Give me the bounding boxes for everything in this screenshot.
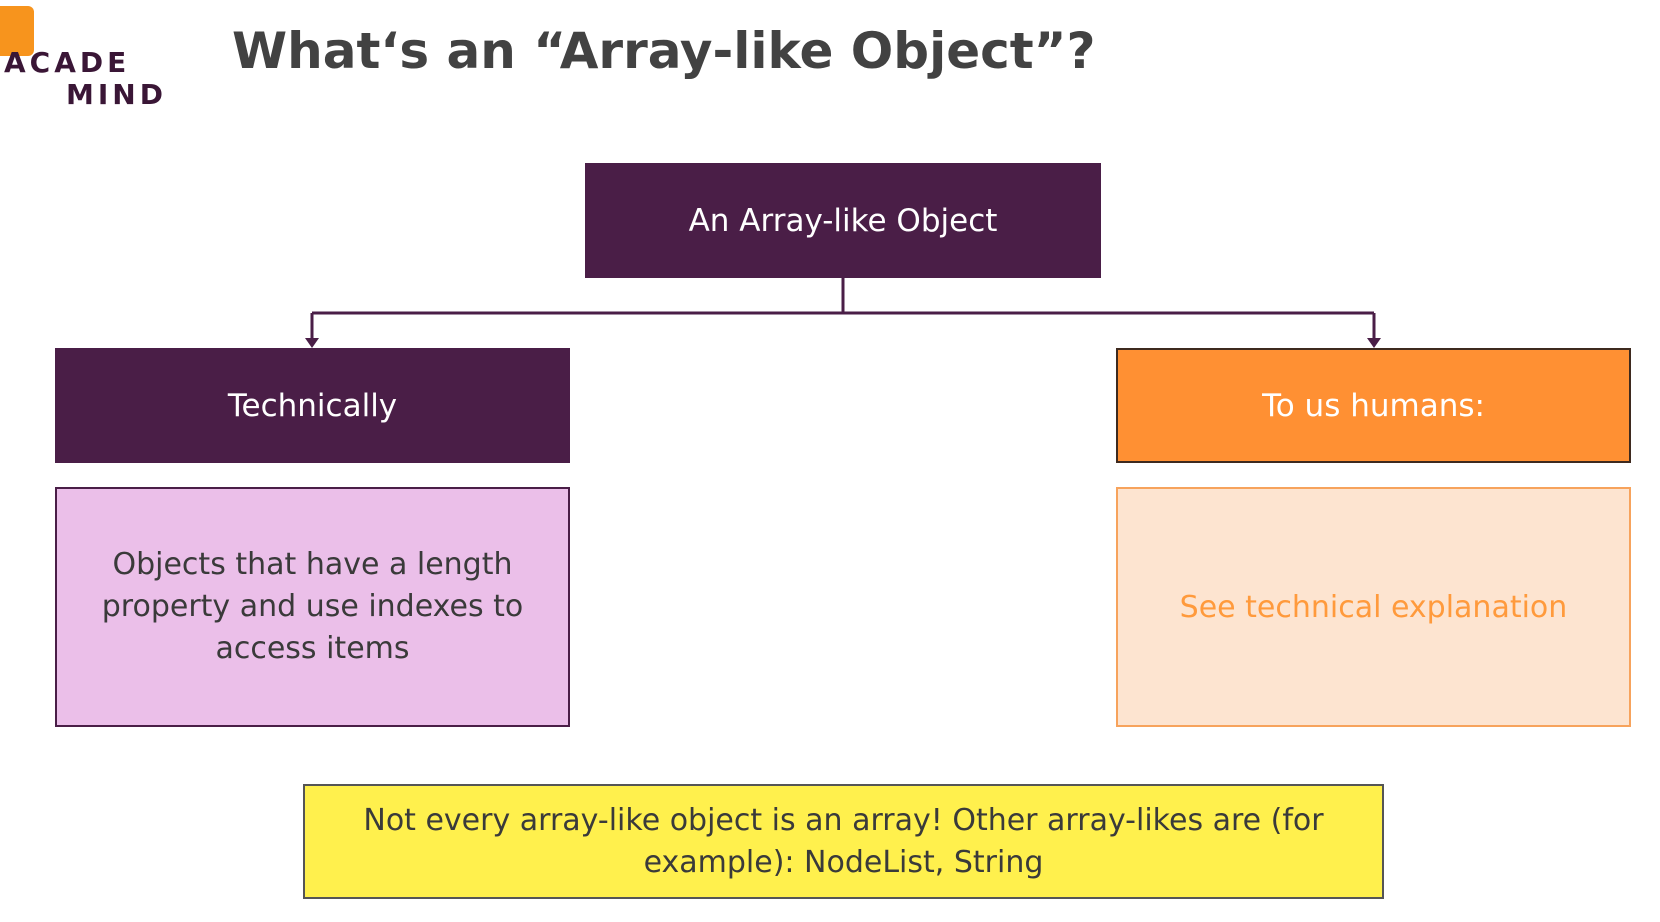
note-box: Not every array-like object is an array!…	[303, 784, 1384, 899]
academind-logo: ACADE MIND	[0, 6, 170, 116]
technically-body: Objects that have a length property and …	[55, 487, 570, 727]
note-text: Not every array-like object is an array!…	[363, 802, 1324, 880]
root-node: An Array-like Object	[585, 163, 1101, 278]
slide-title: What‘s an “Array-like Object”?	[232, 22, 1096, 80]
humans-body-text: See technical explanation	[1179, 589, 1568, 625]
slide: ACADE MIND What‘s an “Array-like Object”…	[0, 0, 1660, 922]
root-node-label: An Array-like Object	[688, 202, 998, 239]
technically-header: Technically	[55, 348, 570, 463]
humans-header-label: To us humans:	[1262, 387, 1485, 424]
logo-text-line1: ACADE	[4, 46, 131, 79]
technically-header-label: Technically	[227, 387, 398, 424]
humans-header: To us humans:	[1116, 348, 1631, 463]
humans-body: See technical explanation	[1116, 487, 1631, 727]
arrowhead-left-icon	[305, 338, 319, 348]
technically-body-text: Objects that have a length property and …	[101, 547, 524, 666]
arrowhead-right-icon	[1367, 338, 1381, 348]
logo-text-line2: MIND	[66, 78, 167, 111]
